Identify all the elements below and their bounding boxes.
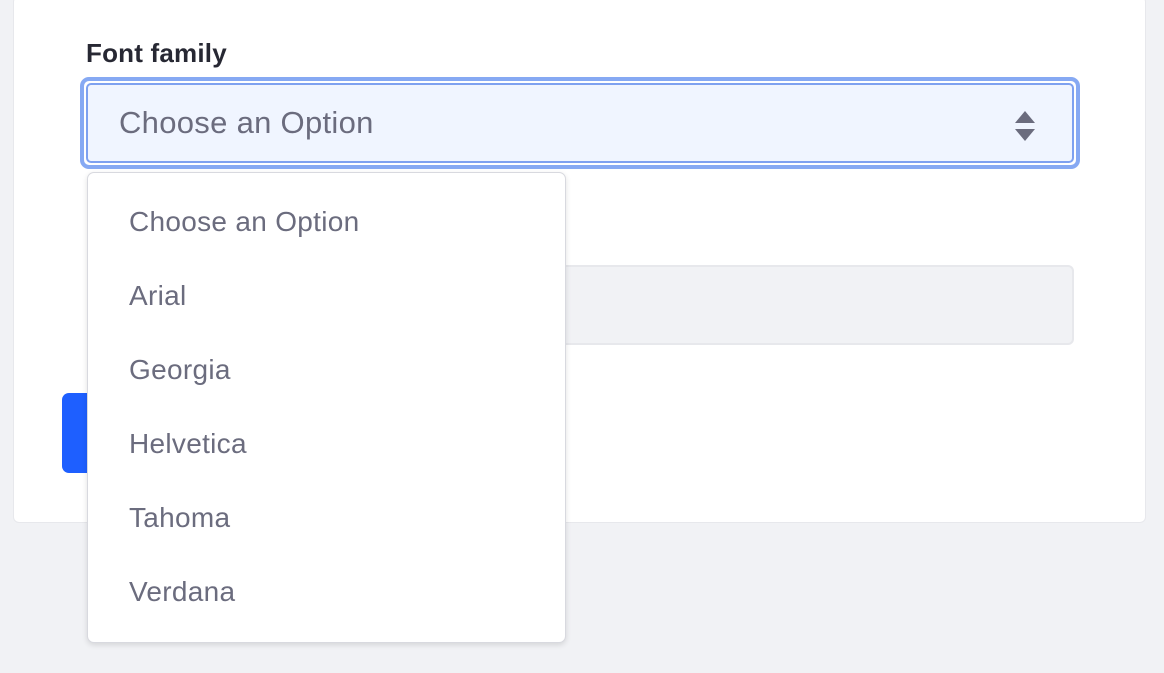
dropdown-option-helvetica[interactable]: Helvetica [129, 428, 247, 460]
font-family-select[interactable]: Choose an Option [80, 77, 1080, 169]
dropdown-option-tahoma[interactable]: Tahoma [129, 502, 230, 534]
dropdown-option-georgia[interactable]: Georgia [129, 354, 231, 386]
partially-hidden-input[interactable] [540, 265, 1074, 345]
font-family-label: Font family [86, 38, 227, 68]
dropdown-option-arial[interactable]: Arial [129, 280, 187, 312]
font-family-select-inner[interactable]: Choose an Option [86, 83, 1074, 163]
dropdown-option-verdana[interactable]: Verdana [129, 576, 235, 608]
font-family-dropdown-menu: Choose an Option Arial Georgia Helvetica… [87, 172, 566, 643]
sort-arrows-icon [1015, 111, 1035, 141]
dropdown-option-choose[interactable]: Choose an Option [129, 206, 360, 238]
select-selected-value: Choose an Option [119, 105, 374, 140]
